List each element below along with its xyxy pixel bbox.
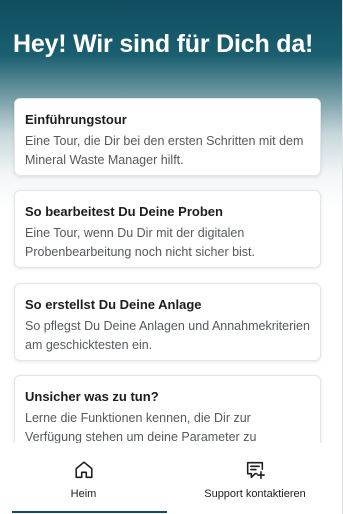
tour-card-title: Unsicher was zu tun? xyxy=(25,389,159,404)
chat-add-icon xyxy=(246,461,265,480)
tour-card-description: Eine Tour, wenn Du Dir mit der digitalen… xyxy=(25,226,256,259)
tour-card-title: So erstellst Du Deine Anlage xyxy=(25,297,202,312)
tour-card-facility[interactable]: So erstellst Du Deine Anlage So pflegst … xyxy=(14,283,321,361)
bottom-navigation: Heim Support kontaktieren xyxy=(0,443,343,514)
tour-card-introduction[interactable]: Einführungstour Eine Tour, die Dir bei d… xyxy=(14,98,321,176)
tour-card-description: Lerne die Funktionen kennen, die Dir zur… xyxy=(25,411,257,443)
tour-list: Einführungstour Eine Tour, die Dir bei d… xyxy=(0,98,343,443)
home-icon xyxy=(74,461,93,479)
app-screen: Hey! Wir sind für Dich da! Einführungsto… xyxy=(0,0,343,514)
tour-card-description: Eine Tour, die Dir bei den ersten Schrit… xyxy=(25,134,304,167)
nav-item-label: Heim xyxy=(70,488,97,500)
tour-card-description: So pflegst Du Deine Anlagen und Annahmek… xyxy=(25,319,310,352)
nav-item-label: Support kontaktieren xyxy=(204,488,306,500)
page-title: Hey! Wir sind für Dich da! xyxy=(13,30,314,58)
tour-card-title: Einführungstour xyxy=(25,112,127,127)
nav-item-support[interactable]: Support kontaktieren xyxy=(167,443,343,514)
tour-card-samples[interactable]: So bearbeitest Du Deine Proben Eine Tour… xyxy=(14,190,321,268)
tour-card-unsure[interactable]: Unsicher was zu tun? Lerne die Funktione… xyxy=(14,375,321,443)
active-tab-indicator xyxy=(12,511,167,513)
tour-card-title: So bearbeitest Du Deine Proben xyxy=(25,204,223,219)
nav-item-home[interactable]: Heim xyxy=(0,443,167,514)
